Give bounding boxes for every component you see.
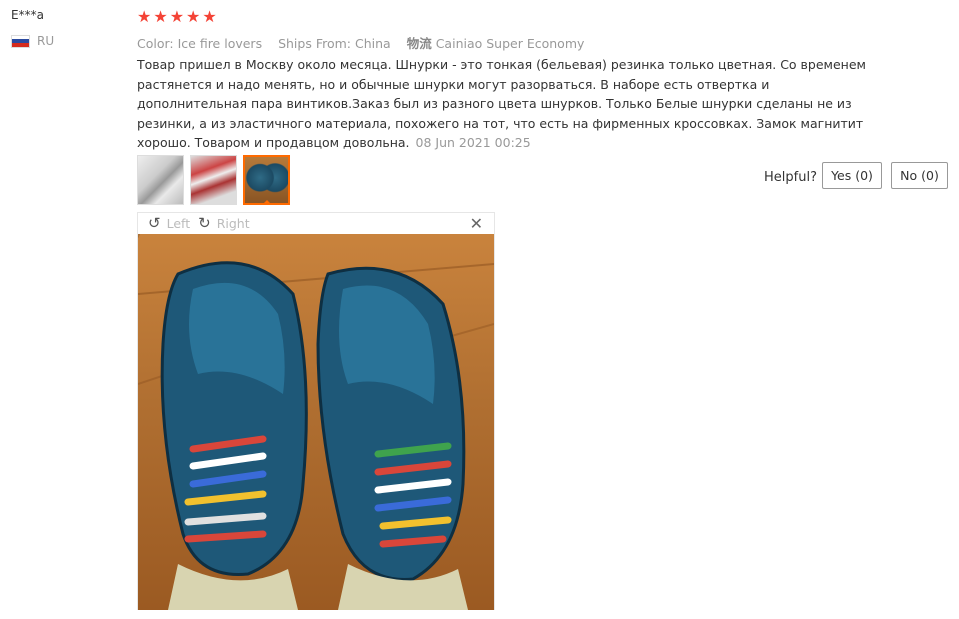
close-icon[interactable]: ✕ bbox=[470, 214, 483, 233]
helpful-no-button[interactable]: No (0) bbox=[891, 162, 948, 189]
rotate-left-label: Left bbox=[166, 216, 191, 231]
star-icon: ★ bbox=[137, 7, 152, 26]
review-thumbnails bbox=[137, 155, 290, 205]
review-thumbnail[interactable] bbox=[137, 155, 184, 205]
order-meta: Color: Ice fire lovers Ships From: China… bbox=[137, 33, 584, 52]
review-thumbnail-active[interactable] bbox=[243, 155, 290, 205]
review-photo bbox=[138, 234, 494, 610]
rotate-left-icon: ↺ bbox=[148, 214, 161, 232]
star-icon: ★ bbox=[202, 7, 217, 26]
country-code: RU bbox=[37, 34, 55, 48]
rotate-right-icon: ↻ bbox=[198, 214, 211, 232]
rotate-left-button[interactable]: ↺ Left bbox=[148, 214, 191, 232]
meta-color: Color: Ice fire lovers bbox=[137, 36, 263, 51]
review-thumbnail[interactable] bbox=[190, 155, 237, 205]
meta-logistics: Cainiao Super Economy bbox=[435, 36, 585, 51]
reviewer-country: RU bbox=[11, 34, 54, 48]
image-viewer: ↺ Left ↻ Right ✕ bbox=[137, 212, 495, 610]
rotate-right-button[interactable]: ↻ Right bbox=[198, 214, 250, 232]
review-date: 08 Jun 2021 00:25 bbox=[415, 135, 531, 151]
viewer-toolbar: ↺ Left ↻ Right ✕ bbox=[138, 213, 494, 234]
reviewer-name: E***a bbox=[11, 8, 44, 22]
star-icon: ★ bbox=[186, 7, 201, 26]
russia-flag-icon bbox=[11, 34, 30, 48]
star-icon: ★ bbox=[153, 7, 168, 26]
meta-ships-from: Ships From: China bbox=[278, 36, 391, 51]
review-body: Товар пришел в Москву около месяца. Шнур… bbox=[137, 55, 867, 153]
helpful-label: Helpful? bbox=[764, 170, 817, 185]
helpful-yes-button[interactable]: Yes (0) bbox=[822, 162, 882, 189]
rotate-right-label: Right bbox=[216, 216, 250, 231]
logistics-glyph: 物流 bbox=[406, 36, 432, 51]
star-icon: ★ bbox=[169, 7, 185, 26]
star-rating: ★ ★ ★ ★ ★ bbox=[137, 7, 217, 27]
shoes-photo-illustration bbox=[138, 261, 494, 610]
